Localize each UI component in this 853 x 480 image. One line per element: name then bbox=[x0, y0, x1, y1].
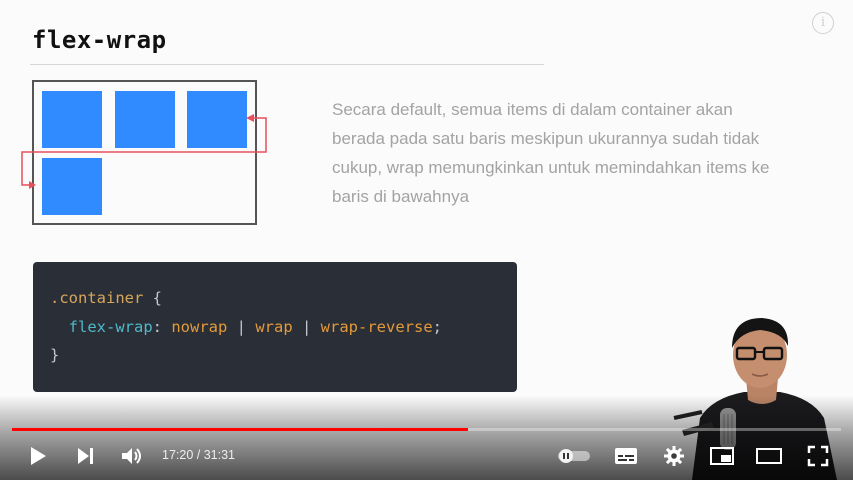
subtitles-icon bbox=[615, 448, 637, 464]
code-property: flex-wrap bbox=[68, 317, 153, 336]
code-value-wrap: wrap bbox=[255, 317, 293, 336]
next-icon bbox=[78, 448, 93, 464]
code-text: .container { flex-wrap: nowrap | wrap | … bbox=[50, 284, 442, 370]
volume-icon bbox=[122, 448, 141, 464]
info-icon[interactable]: i bbox=[812, 12, 834, 34]
video-player[interactable]: flex-wrap Secara default, semua items di… bbox=[0, 0, 853, 480]
theater-icon bbox=[756, 448, 782, 464]
fullscreen-icon bbox=[807, 445, 829, 467]
settings-button[interactable] bbox=[660, 442, 688, 470]
theater-mode-button[interactable] bbox=[754, 442, 784, 470]
code-colon: : bbox=[152, 317, 172, 336]
title-divider bbox=[30, 64, 544, 65]
code-close-brace: } bbox=[50, 346, 60, 364]
code-value-wrap-reverse: wrap-reverse bbox=[320, 317, 433, 336]
volume-button[interactable] bbox=[118, 442, 146, 470]
miniplayer-icon bbox=[710, 447, 734, 465]
code-separator: | bbox=[227, 317, 256, 336]
progress-played bbox=[12, 428, 468, 431]
slide-title: flex-wrap bbox=[32, 26, 167, 54]
code-value-nowrap: nowrap bbox=[171, 317, 228, 336]
miniplayer-button[interactable] bbox=[708, 442, 736, 470]
code-open-brace: { bbox=[143, 289, 162, 307]
code-block: .container { flex-wrap: nowrap | wrap | … bbox=[33, 262, 517, 392]
play-button[interactable] bbox=[24, 442, 52, 470]
autoplay-toggle[interactable] bbox=[556, 442, 592, 470]
time-display: 17:20 / 31:31 bbox=[162, 448, 235, 462]
progress-bar[interactable] bbox=[12, 428, 841, 431]
subtitles-button[interactable] bbox=[612, 442, 640, 470]
play-icon bbox=[31, 447, 46, 465]
slide-description: Secara default, semua items di dalam con… bbox=[332, 100, 770, 206]
settings-icon bbox=[664, 446, 684, 466]
next-button[interactable] bbox=[72, 442, 100, 470]
code-separator: | bbox=[292, 317, 321, 336]
code-semicolon: ; bbox=[432, 317, 442, 336]
fullscreen-button[interactable] bbox=[804, 442, 832, 470]
autoplay-toggle-icon bbox=[558, 449, 590, 463]
wrap-arrow-icon bbox=[21, 114, 267, 189]
code-selector: .container bbox=[50, 289, 144, 307]
